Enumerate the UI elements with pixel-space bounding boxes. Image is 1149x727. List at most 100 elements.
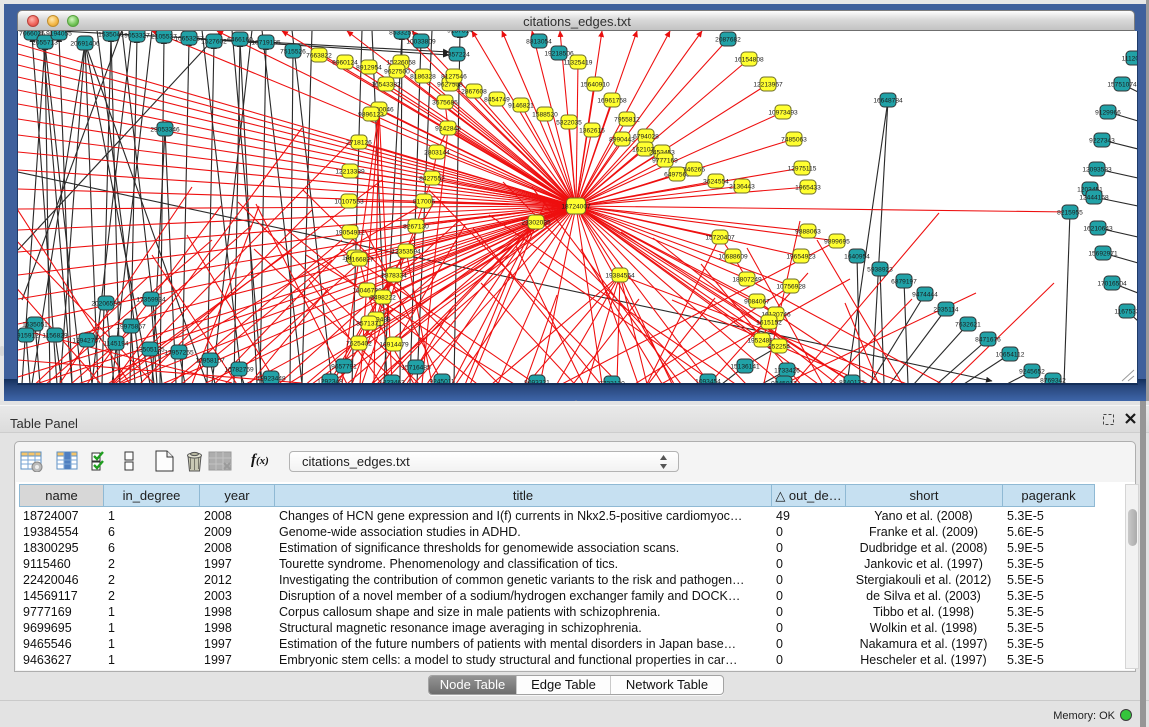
svg-text:7625402: 7625402 (346, 340, 372, 347)
svg-text:9896123: 9896123 (358, 111, 384, 118)
svg-text:9245652: 9245652 (1019, 368, 1045, 375)
svg-text:10756928: 10756928 (776, 283, 806, 290)
svg-text:1167533: 1167533 (1114, 308, 1137, 315)
svg-text:3915912: 3915912 (18, 332, 39, 339)
svg-text:16782759: 16782759 (224, 366, 254, 373)
svg-text:16210643: 16210643 (1083, 225, 1113, 232)
svg-text:7733120: 7733120 (599, 380, 625, 383)
svg-text:1362615: 1362615 (579, 127, 605, 134)
svg-text:2136443: 2136443 (729, 183, 755, 190)
svg-text:3624554: 3624554 (703, 178, 729, 185)
svg-text:1223463: 1223463 (379, 379, 405, 383)
svg-text:9245011: 9245011 (429, 378, 455, 383)
svg-text:19218506: 19218506 (544, 50, 574, 57)
svg-text:17359934: 17359934 (136, 296, 166, 303)
svg-text:23302035: 23302035 (521, 219, 551, 226)
svg-text:1640954: 1640954 (844, 253, 870, 260)
svg-text:10654112: 10654112 (996, 351, 1025, 358)
svg-text:8878334: 8878334 (381, 272, 407, 279)
svg-text:9053327: 9053327 (124, 32, 150, 39)
svg-text:8533257: 8533257 (389, 31, 415, 36)
svg-text:10719185: 10719185 (251, 39, 281, 46)
svg-text:15136141: 15136141 (730, 363, 760, 370)
svg-text:9146821: 9146821 (508, 102, 534, 109)
svg-text:1527602: 1527602 (201, 38, 227, 45)
svg-text:6466160: 6466160 (227, 36, 253, 43)
svg-text:817006: 817006 (413, 198, 435, 205)
svg-text:10973493: 10973493 (768, 109, 798, 116)
svg-text:7515526: 7515526 (280, 48, 306, 55)
svg-text:8093321: 8093321 (524, 379, 550, 383)
svg-text:9657791: 9657791 (331, 363, 357, 370)
svg-text:9084067: 9084067 (744, 298, 770, 305)
svg-text:2105537: 2105537 (151, 33, 177, 40)
svg-text:746266: 746266 (683, 166, 705, 173)
svg-text:7357224: 7357224 (444, 51, 470, 58)
svg-text:15720407: 15720407 (705, 234, 735, 241)
svg-text:8912954: 8912954 (356, 64, 382, 71)
svg-text:1535046: 1535046 (98, 31, 124, 38)
svg-text:2867608: 2867608 (461, 88, 487, 95)
svg-text:17016504: 17016504 (1097, 280, 1127, 287)
svg-text:2935114: 2935114 (933, 306, 959, 313)
svg-text:1292348: 1292348 (317, 378, 343, 383)
svg-text:12923448: 12923448 (256, 375, 286, 382)
svg-text:12353594: 12353594 (391, 248, 421, 255)
svg-text:2718126: 2718126 (346, 139, 372, 146)
svg-text:9960124: 9960124 (332, 59, 358, 66)
svg-text:17957255: 17957255 (164, 349, 194, 356)
svg-text:11325419: 11325419 (564, 59, 593, 66)
svg-text:1145194: 1145194 (103, 340, 129, 347)
svg-text:15692971: 15692971 (1088, 250, 1118, 257)
svg-text:8215955: 8215955 (1057, 209, 1083, 216)
svg-text:19054912: 19054912 (335, 229, 365, 236)
svg-text:1588520: 1588520 (532, 111, 558, 118)
svg-text:9194055: 9194055 (46, 31, 72, 37)
svg-text:1112045: 1112045 (1122, 55, 1137, 62)
svg-text:12213389: 12213389 (335, 168, 365, 175)
svg-text:19166827: 19166827 (344, 256, 374, 263)
svg-text:16961758: 16961758 (597, 97, 627, 104)
svg-text:3675685: 3675685 (432, 99, 458, 106)
svg-text:12444158: 12444158 (1079, 194, 1109, 201)
svg-text:16154808: 16154808 (734, 56, 764, 63)
svg-text:8471676: 8471676 (975, 336, 1001, 343)
svg-text:12505135: 12505135 (135, 346, 165, 353)
svg-text:20206556: 20206556 (91, 300, 121, 307)
svg-text:252254: 252254 (768, 343, 790, 350)
svg-text:7663822: 7663822 (306, 52, 332, 59)
svg-text:1535051: 1535051 (22, 321, 48, 328)
svg-text:16543382: 16543382 (371, 81, 401, 88)
svg-text:9137814: 9137814 (447, 31, 473, 34)
svg-text:8127546: 8127546 (441, 73, 467, 80)
svg-text:1093454: 1093454 (695, 378, 721, 383)
svg-text:15640910: 15640910 (580, 81, 610, 88)
svg-text:12093583: 12093583 (1082, 166, 1112, 173)
svg-text:9888063: 9888063 (795, 228, 821, 235)
svg-text:20691406: 20691406 (70, 40, 100, 47)
svg-text:12942757: 12942757 (72, 337, 102, 344)
svg-text:7955812: 7955812 (614, 116, 640, 123)
svg-text:12975115: 12975115 (788, 165, 817, 172)
svg-text:8186328: 8186328 (410, 73, 436, 80)
svg-text:8240132: 8240132 (839, 379, 865, 383)
svg-text:9627500: 9627500 (384, 68, 410, 75)
svg-text:9245012: 9245012 (771, 380, 797, 383)
svg-text:8427552: 8427552 (419, 175, 445, 182)
svg-text:16648784: 16648784 (873, 97, 903, 104)
svg-text:1733426: 1733426 (774, 367, 800, 374)
svg-text:9129966: 9129966 (1095, 109, 1121, 116)
svg-text:8769342: 8769342 (1040, 377, 1066, 383)
svg-text:16914479: 16914479 (379, 341, 409, 348)
svg-text:1615152: 1615152 (756, 319, 782, 326)
svg-text:7632621: 7632621 (955, 321, 981, 328)
svg-text:15751074: 15751074 (1107, 81, 1137, 88)
svg-text:19654923: 19654923 (786, 253, 816, 260)
svg-text:7485063: 7485063 (781, 136, 807, 143)
svg-text:1965433: 1965433 (795, 184, 821, 191)
svg-text:9777169: 9777169 (652, 157, 678, 164)
svg-text:12213967: 12213967 (753, 81, 783, 88)
svg-text:8454749: 8454749 (484, 96, 510, 103)
svg-text:10107553: 10107553 (334, 198, 364, 205)
svg-text:10958107: 10958107 (195, 357, 225, 364)
